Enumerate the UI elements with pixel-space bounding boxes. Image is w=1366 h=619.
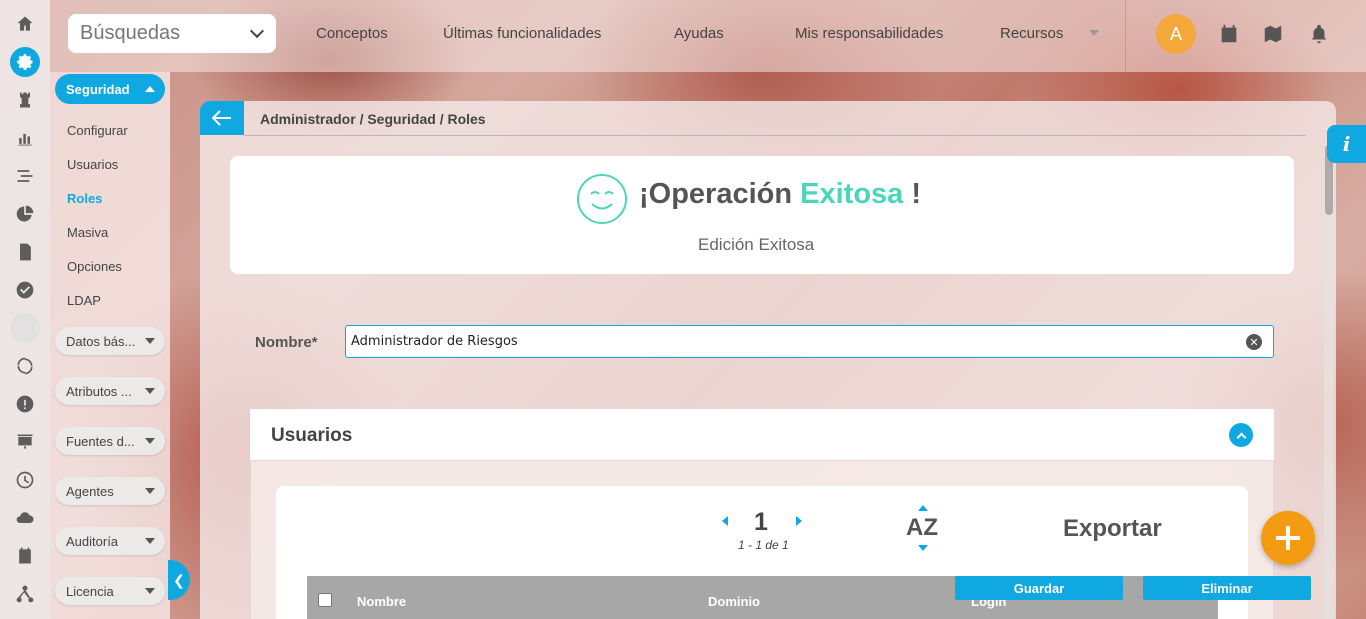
- bar-chart-icon[interactable]: [10, 123, 40, 153]
- success-title-suffix: !: [911, 178, 922, 210]
- page-range: 1 - 1 de 1: [738, 538, 789, 552]
- sidebar-group-label: Fuentes d...: [66, 433, 135, 449]
- smiley-icon: [577, 174, 627, 224]
- sort-az-button[interactable]: AZ: [906, 514, 938, 542]
- info-button[interactable]: i: [1327, 125, 1366, 163]
- chevron-down-icon: [145, 338, 155, 344]
- delete-button[interactable]: Eliminar: [1143, 576, 1311, 600]
- export-button[interactable]: Exportar: [1063, 515, 1162, 543]
- avatar[interactable]: A: [1156, 14, 1196, 54]
- sidebar-group-licencia[interactable]: Licencia: [55, 577, 165, 605]
- chevron-left-icon: ❮: [173, 571, 185, 588]
- recursos-dropdown-icon[interactable]: [1089, 30, 1099, 36]
- sidebar-group-agentes[interactable]: Agentes: [55, 477, 165, 505]
- cycle-icon[interactable]: [10, 351, 40, 381]
- nav-conceptos[interactable]: Conceptos: [316, 25, 388, 42]
- page-number: 1: [754, 508, 768, 536]
- plus-icon: [1276, 526, 1300, 550]
- chevron-down-icon: [145, 488, 155, 494]
- presentation-icon[interactable]: [10, 427, 40, 457]
- pie-chart-icon[interactable]: [10, 199, 40, 229]
- users-section-header: [250, 409, 1274, 461]
- sidebar-item-roles[interactable]: Roles: [67, 191, 102, 206]
- sidebar-group-auditoria[interactable]: Auditoría: [55, 527, 165, 555]
- list-lines-icon[interactable]: [10, 161, 40, 191]
- sidebar-group-atributos[interactable]: Atributos ...: [55, 377, 165, 405]
- home-icon[interactable]: [10, 9, 40, 39]
- save-button[interactable]: Guardar: [955, 576, 1123, 600]
- breadcrumb: Administrador / Seguridad / Roles: [260, 111, 486, 127]
- sidebar-group-datos-basicos[interactable]: Datos bás...: [55, 327, 165, 355]
- sidebar-group-label: Licencia: [66, 583, 114, 599]
- success-card: [230, 156, 1294, 274]
- warning-icon[interactable]: [10, 389, 40, 419]
- sort-asc-icon[interactable]: [918, 505, 928, 511]
- sort-desc-icon[interactable]: [918, 545, 928, 551]
- sidebar-collapse-button[interactable]: ❮: [168, 560, 190, 600]
- check-circle-icon[interactable]: [10, 275, 40, 305]
- success-title-highlight: Exitosa: [800, 178, 904, 210]
- next-page-icon[interactable]: [796, 516, 802, 526]
- search-select[interactable]: Búsquedas: [68, 14, 276, 53]
- gear-icon[interactable]: [10, 47, 40, 77]
- app-icon-rail: [0, 0, 50, 619]
- sidebar-item-ldap[interactable]: LDAP: [67, 293, 101, 308]
- chevron-down-icon: [145, 588, 155, 594]
- topbar-divider: [1125, 0, 1126, 72]
- success-subtitle: Edición Exitosa: [698, 235, 815, 254]
- name-label: Nombre*: [255, 334, 318, 351]
- chevron-down-icon: [145, 438, 155, 444]
- nav-recursos[interactable]: Recursos: [1000, 25, 1063, 42]
- prev-page-icon[interactable]: [722, 516, 728, 526]
- search-placeholder: Búsquedas: [80, 22, 181, 44]
- sidebar-group-label: Auditoría: [66, 533, 119, 549]
- name-input[interactable]: [345, 325, 1274, 358]
- back-button[interactable]: [200, 101, 244, 135]
- sidebar-section-label: Seguridad: [66, 81, 130, 97]
- add-button[interactable]: [1261, 511, 1315, 565]
- sidebar-group-label: Agentes: [66, 483, 114, 499]
- users-section-title: Usuarios: [271, 425, 353, 446]
- calendar-icon[interactable]: [1218, 23, 1240, 45]
- select-all-checkbox[interactable]: [318, 593, 332, 607]
- clock-icon[interactable]: [10, 465, 40, 495]
- calendar-icon[interactable]: [10, 541, 40, 571]
- chevron-down-icon: [145, 388, 155, 394]
- success-title: ¡Operación Exitosa !: [639, 178, 921, 211]
- sidebar-item-masiva[interactable]: Masiva: [67, 225, 108, 240]
- success-title-prefix: ¡Operación: [639, 178, 793, 210]
- chevron-up-icon: [1236, 432, 1246, 442]
- users-collapse-button[interactable]: [1229, 423, 1253, 447]
- nav-ayudas[interactable]: Ayudas: [674, 25, 724, 42]
- column-header-dominio[interactable]: Dominio: [708, 594, 760, 609]
- cloud-icon[interactable]: [10, 503, 40, 533]
- document-icon[interactable]: [10, 237, 40, 267]
- nav-ultimas-funcionalidades[interactable]: Últimas funcionalidades: [443, 25, 601, 42]
- breadcrumb-divider: [244, 135, 1306, 136]
- chess-rook-icon[interactable]: [10, 85, 40, 115]
- sidebar-group-label: Atributos ...: [66, 383, 132, 399]
- arrow-left-icon: [212, 110, 231, 126]
- nav-mis-responsabilidades[interactable]: Mis responsabilidades: [795, 25, 943, 42]
- sidebar-group-fuentes[interactable]: Fuentes d...: [55, 427, 165, 455]
- sidebar-section-seguridad[interactable]: Seguridad: [55, 74, 165, 104]
- blank-module-icon[interactable]: [10, 313, 40, 343]
- column-header-nombre[interactable]: Nombre: [357, 594, 406, 609]
- sidebar-group-label: Datos bás...: [66, 333, 136, 349]
- chevron-down-icon: [145, 538, 155, 544]
- chevron-up-icon: [145, 86, 155, 92]
- sidebar-item-configurar[interactable]: Configurar: [67, 123, 128, 138]
- clear-input-icon[interactable]: ✕: [1246, 334, 1262, 350]
- map-icon[interactable]: [1262, 23, 1284, 45]
- chevron-down-icon: [249, 23, 265, 39]
- bell-icon[interactable]: [1308, 23, 1330, 45]
- network-icon[interactable]: [10, 579, 40, 609]
- sidebar-item-usuarios[interactable]: Usuarios: [67, 157, 118, 172]
- sidebar-item-opciones[interactable]: Opciones: [67, 259, 122, 274]
